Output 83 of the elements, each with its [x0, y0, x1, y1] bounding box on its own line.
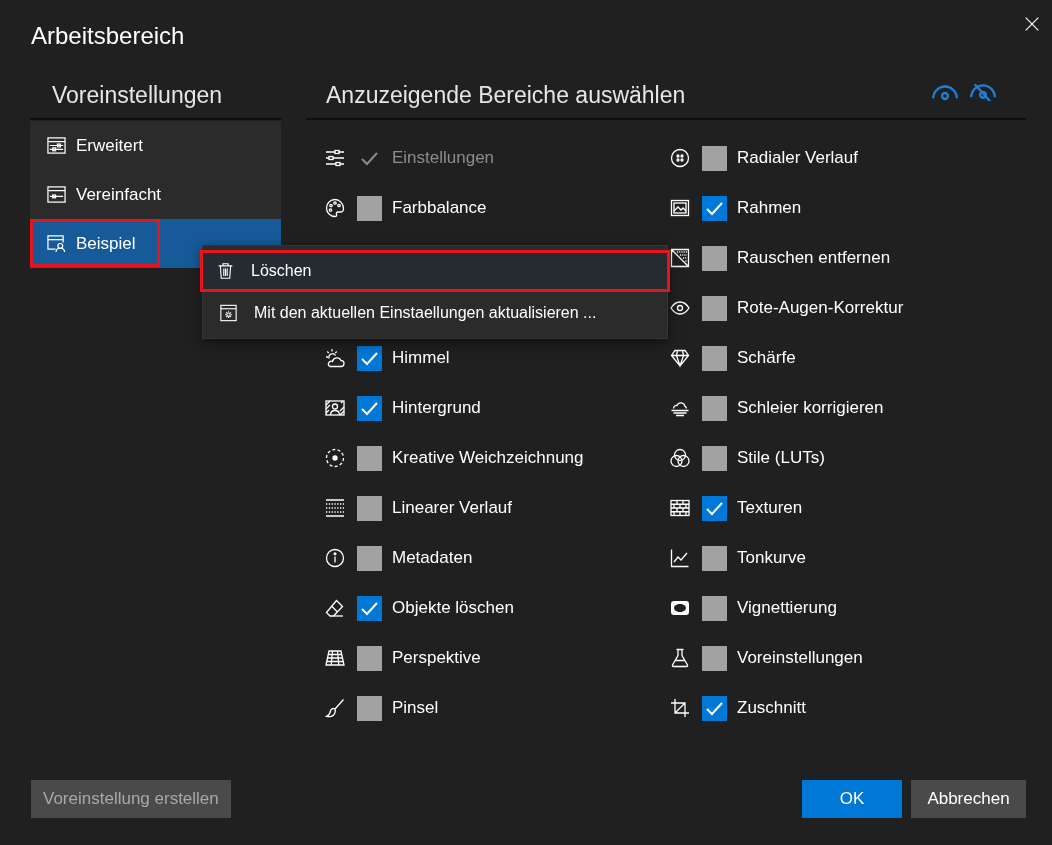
checkbox[interactable]: [357, 495, 382, 521]
option-label: Vignettierung: [737, 598, 837, 618]
cloud-sun-icon: [325, 348, 345, 368]
checkbox[interactable]: [357, 595, 382, 621]
dotted-grid-icon: [325, 498, 345, 518]
dotted-circle-icon: [670, 148, 690, 168]
ok-button[interactable]: OK: [802, 780, 902, 818]
option-label: Voreinstellungen: [737, 648, 863, 668]
close-icon: [1025, 17, 1039, 31]
checkbox[interactable]: [702, 245, 727, 271]
checkbox[interactable]: [702, 345, 727, 371]
eraser-icon: [325, 598, 345, 618]
option-label: Himmel: [392, 348, 450, 368]
option-label: Texturen: [737, 498, 803, 518]
flask-icon: [670, 648, 690, 668]
info-icon: [325, 548, 345, 568]
menu-item[interactable]: Löschen: [200, 250, 670, 292]
option-label: Einstellungen: [392, 148, 495, 168]
window-title: Arbeitsbereich: [31, 22, 185, 50]
window-gear-icon: [220, 304, 237, 322]
window-sliders-icon: [47, 136, 66, 155]
areas-heading: Anzuzeigende Bereiche auswählen: [326, 81, 686, 109]
checkbox[interactable]: [702, 395, 727, 421]
option-label: Schleier korrigieren: [737, 398, 884, 418]
option-label: Rote-Augen-Korrektur: [737, 298, 904, 318]
checkbox[interactable]: [702, 445, 727, 471]
checkbox[interactable]: [357, 695, 382, 721]
checkbox[interactable]: [702, 195, 727, 221]
vignette-icon: [670, 598, 690, 618]
option-label: Hintergrund: [392, 398, 481, 418]
cancel-button[interactable]: Abbrechen: [911, 780, 1026, 818]
line-chart-icon: [670, 548, 690, 568]
option-label: Objekte löschen: [392, 598, 514, 618]
option-label: Zuschnitt: [737, 698, 806, 718]
eye-slash-icon: [970, 82, 996, 102]
checkbox[interactable]: [357, 545, 382, 571]
checkbox[interactable]: [702, 595, 727, 621]
checkbox[interactable]: [702, 495, 727, 521]
hide-all-button[interactable]: [970, 82, 996, 102]
checkbox[interactable]: [357, 645, 382, 671]
option-label: Rahmen: [737, 198, 802, 218]
sliders-icon: [325, 148, 345, 168]
three-circles-icon: [670, 448, 690, 468]
perspective-grid-icon: [325, 648, 345, 668]
window-slider-icon: [47, 185, 66, 204]
checkbox[interactable]: [357, 345, 382, 371]
checkbox[interactable]: [357, 445, 382, 471]
option-label: Tonkurve: [737, 548, 806, 568]
eye-icon: [932, 82, 958, 102]
checkbox[interactable]: [702, 645, 727, 671]
option-label: Schärfe: [737, 348, 796, 368]
checkbox[interactable]: [702, 145, 727, 171]
brush-icon: [325, 698, 345, 718]
option-label: Perspektive: [392, 648, 481, 668]
checkbox[interactable]: [702, 545, 727, 571]
menu-item[interactable]: Mit den aktuellen Einstaellungen aktualisieren ...: [203, 292, 667, 334]
option-label: Metadaten: [392, 548, 473, 568]
option-label: Radialer Verlauf: [737, 148, 858, 168]
option-label: Linearer Verlauf: [392, 498, 513, 518]
palette-icon: [325, 198, 345, 218]
brick-wall-icon: [670, 498, 690, 518]
option-label: Rauschen entfernen: [737, 248, 891, 268]
checkbox[interactable]: [702, 295, 727, 321]
eye-icon: [670, 298, 690, 318]
checkbox[interactable]: [702, 695, 727, 721]
person-frame-icon: [325, 398, 345, 418]
dashed-circle-icon: [325, 448, 345, 468]
show-all-button[interactable]: [932, 82, 958, 102]
preset-item[interactable]: Erweitert: [30, 121, 281, 170]
preset-item[interactable]: Vereinfacht: [30, 170, 281, 219]
picture-icon: [670, 198, 690, 218]
option-label: Farbbalance: [392, 198, 487, 218]
close-button[interactable]: [1025, 17, 1039, 31]
checkbox[interactable]: [357, 395, 382, 421]
crop-icon: [670, 698, 690, 718]
noise-square-icon: [670, 248, 690, 268]
option-label: Stile (LUTs): [737, 448, 825, 468]
trash-icon: [217, 262, 234, 280]
option-label: Pinsel: [392, 698, 439, 718]
option-label: Kreative Weichzeichnung: [392, 448, 584, 468]
diamond-icon: [670, 348, 690, 368]
window-person-icon: [47, 234, 66, 253]
checkbox[interactable]: [357, 195, 382, 221]
